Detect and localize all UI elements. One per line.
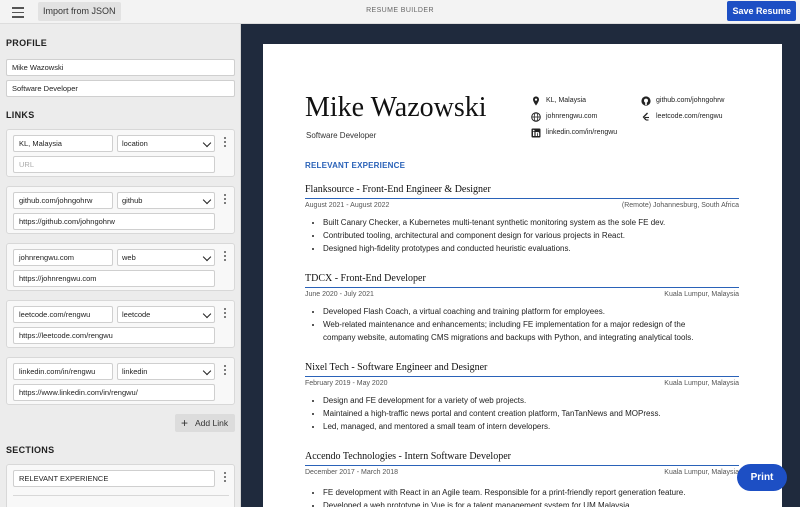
- link-type-select[interactable]: location: [117, 135, 215, 152]
- link-label-input[interactable]: leetcode.com/rengwu: [13, 306, 113, 323]
- github-icon: [641, 96, 651, 106]
- link-options-kebab-icon[interactable]: [222, 365, 228, 377]
- list-item: Web-related maintenance and enhancements…: [323, 318, 739, 331]
- add-link-button[interactable]: + Add Link: [175, 414, 235, 432]
- link-card-location: KL, Malaysia location URL: [6, 129, 235, 177]
- list-item: Built Canary Checker, a Kubernetes multi…: [323, 216, 739, 229]
- link-card-linkedin: linkedin.com/in/rengwu linkedin https://…: [6, 357, 235, 405]
- link-label-input[interactable]: github.com/johngohrw: [13, 192, 113, 209]
- job-bullets: Built Canary Checker, a Kubernetes multi…: [323, 216, 739, 255]
- job-bullets: Design and FE development for a variety …: [323, 394, 739, 433]
- resume-title: Software Developer: [306, 131, 377, 140]
- resume-name: Mike Wazowski: [305, 92, 487, 123]
- job-location: (Remote) Johannesburg, South Africa: [621, 202, 739, 209]
- list-item: Led, managed, and mentored a small team …: [323, 420, 739, 433]
- save-resume-button[interactable]: Save Resume: [727, 1, 796, 21]
- job-dates: August 2021 - August 2022: [305, 202, 390, 209]
- section-title: RELEVANT EXPERIENCE: [305, 161, 406, 170]
- leetcode-icon: [642, 112, 649, 121]
- list-item: Designed high-fidelity prototypes and co…: [323, 242, 739, 255]
- link-url-input[interactable]: URL: [13, 156, 215, 173]
- chevron-down-icon: [202, 366, 212, 376]
- resume-preview: Mike Wazowski Software Developer KL, Mal…: [263, 44, 782, 507]
- chevron-down-icon: [202, 195, 212, 205]
- link-label-input[interactable]: KL, Malaysia: [13, 135, 113, 152]
- sections-heading: SECTIONS: [6, 445, 55, 455]
- link-label-input[interactable]: linkedin.com/in/rengwu: [13, 363, 113, 380]
- link-type-select[interactable]: linkedin: [117, 363, 215, 380]
- divider: [305, 198, 739, 199]
- job-location: Kuala Lumpur, Malaysia: [664, 469, 739, 476]
- links-heading: LINKS: [6, 110, 35, 120]
- list-item: Design and FE development for a variety …: [323, 394, 739, 407]
- job-title: Accendo Technologies - Intern Software D…: [305, 451, 511, 462]
- profile-heading: PROFILE: [6, 38, 48, 48]
- print-button[interactable]: Print: [737, 464, 787, 491]
- list-item: Developed Flash Coach, a virtual coachin…: [323, 305, 739, 318]
- job-meta: June 2020 - July 2021 Kuala Lumpur, Mala…: [305, 291, 739, 298]
- section-name-input[interactable]: RELEVANT EXPERIENCE: [13, 470, 215, 487]
- list-item: FE development with React in an Agile te…: [323, 486, 739, 499]
- link-card-leetcode: leetcode.com/rengwu leetcode https://lee…: [6, 300, 235, 348]
- job-bullets: Developed Flash Coach, a virtual coachin…: [323, 305, 739, 344]
- link-options-kebab-icon[interactable]: [222, 251, 228, 263]
- location-pin-icon: [533, 96, 539, 106]
- link-url-input[interactable]: https://www.linkedin.com/in/rengwu/: [13, 384, 215, 401]
- link-type-select[interactable]: leetcode: [117, 306, 215, 323]
- top-bar: Import from JSON RESUME BUILDER Save Res…: [0, 0, 800, 24]
- job-location: Kuala Lumpur, Malaysia: [664, 291, 739, 298]
- link-url-input[interactable]: https://leetcode.com/rengwu: [13, 327, 215, 344]
- list-item: Developed a web prototype in Vue.js for …: [323, 499, 739, 507]
- divider: [305, 376, 739, 377]
- job-title: TDCX - Front-End Developer: [305, 273, 426, 284]
- job-title: Flanksource - Front-End Engineer & Desig…: [305, 184, 491, 195]
- list-item: Contributed tooling, architectural and c…: [323, 229, 739, 242]
- link-type-select[interactable]: github: [117, 192, 215, 209]
- divider: [305, 465, 739, 466]
- link-options-kebab-icon[interactable]: [222, 308, 228, 320]
- chevron-down-icon: [202, 138, 212, 148]
- section-card: RELEVANT EXPERIENCE: [6, 464, 235, 507]
- link-url-input[interactable]: https://github.com/johngohrw: [13, 213, 215, 230]
- section-options-kebab-icon[interactable]: [222, 472, 228, 484]
- job-meta: February 2019 - May 2020 Kuala Lumpur, M…: [305, 380, 739, 387]
- link-url-input[interactable]: https://johnrengwu.com: [13, 270, 215, 287]
- job-dates: June 2020 - July 2021: [305, 291, 374, 298]
- divider: [13, 495, 229, 496]
- link-label-input[interactable]: johnrengwu.com: [13, 249, 113, 266]
- list-item: Maintained a high-traffic news portal an…: [323, 407, 739, 420]
- job-bullets: FE development with React in an Agile te…: [323, 486, 739, 507]
- plus-icon: +: [181, 416, 189, 430]
- link-card-github: github.com/johngohrw github https://gith…: [6, 186, 235, 234]
- chevron-down-icon: [202, 252, 212, 262]
- editor-sidebar: PROFILE Mike Wazowski Software Developer…: [0, 24, 241, 507]
- chevron-down-icon: [202, 309, 212, 319]
- job-meta: August 2021 - August 2022 (Remote) Johan…: [305, 202, 739, 209]
- link-options-kebab-icon[interactable]: [222, 137, 228, 149]
- job-location: Kuala Lumpur, Malaysia: [664, 380, 739, 387]
- linkedin-icon: [531, 128, 541, 138]
- link-card-web: johnrengwu.com web https://johnrengwu.co…: [6, 243, 235, 291]
- name-input[interactable]: Mike Wazowski: [6, 59, 235, 76]
- job-dates: February 2019 - May 2020: [305, 380, 388, 387]
- link-type-select[interactable]: web: [117, 249, 215, 266]
- job-meta: December 2017 - March 2018 Kuala Lumpur,…: [305, 469, 739, 476]
- job-dates: December 2017 - March 2018: [305, 469, 398, 476]
- globe-icon: [531, 112, 541, 122]
- title-input[interactable]: Software Developer: [6, 80, 235, 97]
- link-options-kebab-icon[interactable]: [222, 194, 228, 206]
- list-item: company website, automating CMS migratio…: [323, 333, 694, 342]
- divider: [305, 287, 739, 288]
- app-title: RESUME BUILDER: [366, 7, 434, 14]
- job-title: Nixel Tech - Software Engineer and Desig…: [305, 362, 488, 373]
